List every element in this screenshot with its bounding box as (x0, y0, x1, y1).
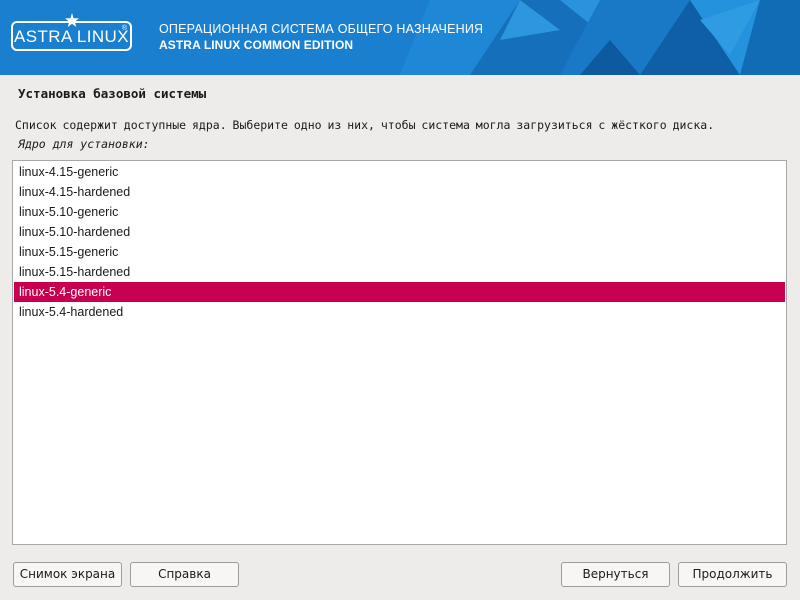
installer-window: ASTRA LINUX ® ОПЕРАЦИОННАЯ СИСТЕМА ОБЩЕГ… (0, 0, 800, 600)
kernel-list-item[interactable]: linux-5.10-generic (14, 202, 785, 222)
kernel-list-item[interactable]: linux-5.10-hardened (14, 222, 785, 242)
continue-button[interactable]: Продолжить (678, 562, 787, 587)
kernel-list-item-selected[interactable]: linux-5.4-generic (14, 282, 785, 302)
logo-text: ASTRA LINUX (14, 27, 129, 46)
back-button[interactable]: Вернуться (561, 562, 670, 587)
page-title: Установка базовой системы (18, 86, 207, 101)
kernel-list-item[interactable]: linux-4.15-generic (14, 162, 785, 182)
screenshot-button[interactable]: Снимок экрана (13, 562, 122, 587)
help-button[interactable]: Справка (130, 562, 239, 587)
kernel-listbox[interactable]: linux-4.15-generic linux-4.15-hardened l… (12, 160, 787, 545)
kernel-list-item[interactable]: linux-5.15-generic (14, 242, 785, 262)
logo-star-icon (65, 13, 79, 27)
registered-mark: ® (121, 25, 127, 32)
kernel-list-item[interactable]: linux-5.15-hardened (14, 262, 785, 282)
banner-subtitle: ASTRA LINUX COMMON EDITION (159, 38, 354, 52)
header-banner: ASTRA LINUX ® ОПЕРАЦИОННАЯ СИСТЕМА ОБЩЕГ… (0, 0, 800, 75)
kernel-list-item[interactable]: linux-4.15-hardened (14, 182, 785, 202)
description-text: Список содержит доступные ядра. Выберите… (15, 118, 715, 132)
banner-title: ОПЕРАЦИОННАЯ СИСТЕМА ОБЩЕГО НАЗНАЧЕНИЯ (159, 22, 484, 36)
kernel-field-label: Ядро для установки: (18, 137, 150, 151)
kernel-list-item[interactable]: linux-5.4-hardened (14, 302, 785, 322)
